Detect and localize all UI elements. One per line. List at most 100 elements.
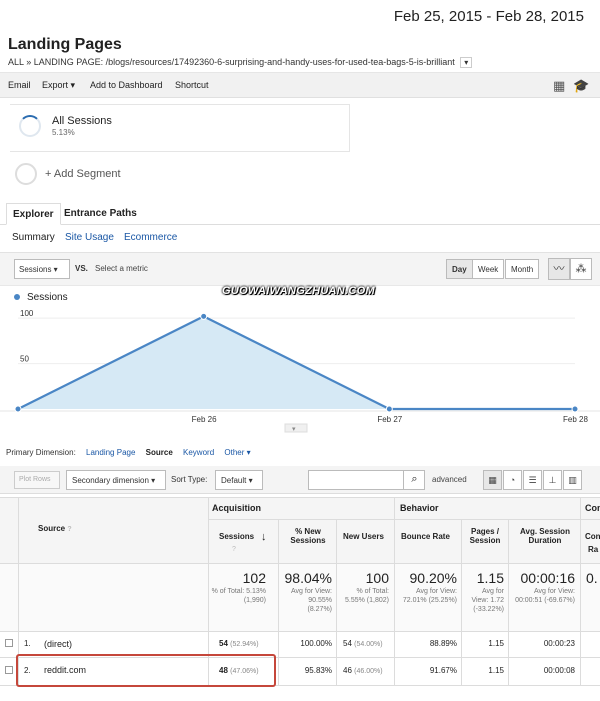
segment-percentage: 5.13%: [52, 128, 75, 137]
dimension-other[interactable]: Other ▾: [224, 448, 250, 457]
dimension-keyword[interactable]: Keyword: [183, 448, 214, 457]
total-bounce-rate-sub: Avg for View: 72.01% (25.25%): [402, 588, 457, 604]
subtab-summary[interactable]: Summary: [12, 232, 55, 243]
help-icon[interactable]: ?: [232, 544, 236, 553]
qr-code-icon[interactable]: ▦: [553, 78, 565, 94]
sessions-point: [385, 405, 393, 413]
row-source-link[interactable]: (direct): [44, 639, 72, 649]
row-avg-duration: 00:00:08: [543, 666, 575, 675]
total-bounce-rate: 90.20%: [409, 570, 457, 586]
col-conversion-rate-suffix: Ra: [588, 545, 599, 554]
group-acquisition: Acquisition: [212, 503, 261, 513]
y-tick-label: 100: [20, 309, 34, 318]
performance-view-icon[interactable]: ☰: [523, 470, 542, 490]
row-pages-per-session: 1.15: [488, 639, 504, 648]
grid-line: [208, 519, 600, 520]
row-checkbox[interactable]: [5, 666, 13, 674]
compare-metric-select[interactable]: Select a metric: [95, 264, 148, 273]
search-icon[interactable]: ⌕: [403, 470, 425, 490]
sort-descending-icon[interactable]: ↓: [261, 531, 267, 543]
subtab-ecommerce[interactable]: Ecommerce: [124, 232, 177, 243]
shortcut-button[interactable]: Shortcut: [175, 80, 209, 90]
sort-type-label: Sort Type:: [171, 475, 208, 484]
range-day-button[interactable]: Day: [446, 259, 473, 279]
grid-line: [0, 563, 600, 564]
y-tick-label: 50: [20, 355, 29, 364]
chart-resize-caret-icon: ▾: [292, 426, 296, 433]
x-tick-label: Feb 27: [377, 415, 402, 424]
grid-line: [336, 519, 337, 685]
comparison-view-icon[interactable]: ⊥: [543, 470, 562, 490]
plot-rows-button[interactable]: Plot Rows: [14, 471, 60, 489]
export-button[interactable]: Export ▾: [42, 80, 75, 91]
total-sessions: 102: [242, 570, 266, 586]
add-segment-circle-icon: [15, 163, 37, 185]
total-new-users-sub: % of Total: 5.55% (1,802): [345, 588, 389, 604]
col-sessions[interactable]: Sessions: [219, 532, 254, 541]
help-icon[interactable]: ?: [67, 526, 71, 533]
pie-view-icon[interactable]: ◔: [503, 470, 522, 490]
add-to-dashboard-button[interactable]: Add to Dashboard: [90, 80, 163, 90]
sort-type-select[interactable]: Default ▾: [215, 470, 263, 490]
total-duration-sub: Avg for View: 00:00:51 (-69.67%): [515, 588, 575, 604]
row-bounce-rate: 91.67%: [429, 666, 457, 675]
row-new-users: 46 (46.00%): [343, 666, 383, 675]
total-new-sessions: 98.04%: [284, 570, 332, 586]
breadcrumb: ALL » LANDING PAGE: /blogs/resources/174…: [8, 57, 473, 68]
date-range-picker[interactable]: Feb 25, 2015 - Feb 28, 2015: [394, 8, 584, 25]
row-pages-per-session: 1.15: [488, 666, 504, 675]
tab-explorer[interactable]: Explorer: [6, 203, 61, 225]
grid-line: [461, 519, 462, 685]
dimension-landing-page[interactable]: Landing Page: [86, 448, 135, 457]
row-new-sessions: 100.00%: [300, 639, 332, 648]
col-avg-session-duration[interactable]: Avg. Session Duration: [512, 527, 578, 545]
secondary-dimension-select[interactable]: Secondary dimension ▾: [66, 470, 166, 490]
range-week-button[interactable]: Week: [472, 259, 505, 279]
add-segment-button[interactable]: + Add Segment: [45, 168, 121, 180]
vs-label: VS.: [75, 264, 88, 273]
breadcrumb-all-link[interactable]: ALL: [8, 57, 24, 67]
x-tick-label: Feb 26: [192, 415, 217, 424]
primary-dimension-row: Primary Dimension: Landing Page Source K…: [6, 448, 259, 457]
total-pages-sub: Avg for View: 1.72 (-33.22%): [471, 588, 504, 613]
total-new-users: 100: [365, 570, 389, 586]
segment-all-sessions[interactable]: All Sessions: [52, 115, 112, 127]
row-checkbox[interactable]: [5, 639, 13, 647]
col-conversion-rate[interactable]: Con: [585, 532, 600, 541]
total-sessions-sub: % of Total: 5.13% (1,990): [211, 588, 266, 604]
row-sessions: 54 (52.94%): [219, 639, 259, 648]
row-new-sessions: 95.83%: [304, 666, 332, 675]
total-conversion-rate: 0.: [586, 570, 598, 586]
tab-entrance-paths[interactable]: Entrance Paths: [58, 203, 143, 225]
line-chart-icon[interactable]: 〰: [548, 258, 570, 280]
group-conversions: Con: [585, 503, 600, 513]
watermark-text: GUOWAIWANGZHUAN.COM: [222, 285, 375, 297]
segment-ring-icon: [19, 115, 41, 137]
graduation-cap-icon[interactable]: 🎓: [573, 78, 589, 94]
email-button[interactable]: Email: [8, 80, 31, 90]
grid-line: [278, 519, 279, 685]
metric-select[interactable]: Sessions ▾: [14, 259, 70, 279]
col-bounce-rate[interactable]: Bounce Rate: [401, 532, 450, 541]
breadcrumb-dropdown-icon[interactable]: ▾: [460, 57, 473, 68]
row-index: 1.: [24, 639, 31, 648]
subtab-site-usage[interactable]: Site Usage: [65, 232, 114, 243]
chart-resize-handle: [284, 423, 308, 433]
sessions-point: [14, 405, 22, 413]
page-title: Landing Pages: [8, 36, 122, 53]
col-new-sessions[interactable]: % New Sessions: [282, 527, 334, 545]
grid-line: [508, 519, 509, 685]
sessions-point: [200, 312, 208, 320]
table-view-icon[interactable]: ▦: [483, 470, 502, 490]
motion-chart-icon[interactable]: ⁂: [570, 258, 592, 280]
advanced-filter-link[interactable]: advanced: [432, 475, 467, 484]
pivot-view-icon[interactable]: ▥: [563, 470, 582, 490]
primary-dimension-label: Primary Dimension:: [6, 448, 76, 457]
col-pages-per-session[interactable]: Pages / Session: [465, 527, 505, 545]
group-behavior: Behavior: [400, 503, 439, 513]
range-month-button[interactable]: Month: [505, 259, 540, 279]
breadcrumb-separator: »: [26, 57, 32, 67]
dimension-source[interactable]: Source: [146, 448, 173, 457]
col-source[interactable]: Source ?: [38, 524, 72, 533]
col-new-users[interactable]: New Users: [343, 532, 384, 541]
